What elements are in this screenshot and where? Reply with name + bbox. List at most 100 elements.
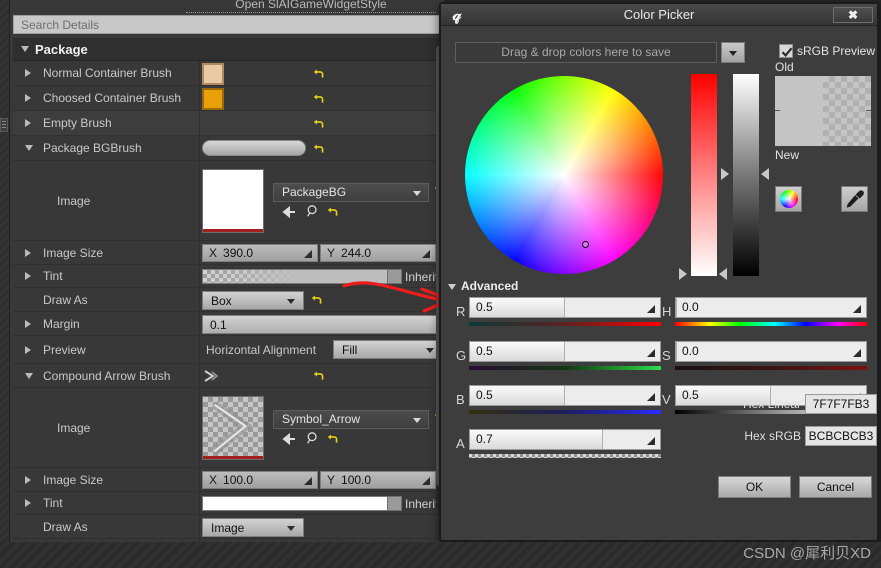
saturation-slider[interactable] <box>691 74 717 276</box>
dialog-titlebar[interactable]: 𝓆 Color Picker ✖ <box>441 4 877 26</box>
reset-icon[interactable] <box>312 67 325 80</box>
asset-thumbnail[interactable] <box>202 169 264 233</box>
panel-drag-handle[interactable] <box>0 118 8 132</box>
reset-icon[interactable] <box>312 142 325 155</box>
slider-value: 0.5 <box>476 344 493 358</box>
value-marker-right[interactable] <box>761 168 769 180</box>
brush-thumbnail[interactable] <box>202 140 306 156</box>
tint-color-swatch[interactable] <box>202 496 388 511</box>
table-row[interactable]: Compound Arrow Brush <box>13 364 441 388</box>
chevron-right-icon[interactable] <box>25 94 31 102</box>
advanced-section-header[interactable]: Advanced <box>448 279 518 293</box>
table-row[interactable]: Package BGBrush <box>13 136 441 161</box>
tint-color-swatch[interactable] <box>202 269 388 284</box>
g-slider[interactable]: 0.5 <box>469 341 661 370</box>
image-size-y-input[interactable]: Y 244.0 <box>320 244 436 262</box>
chevron-down-icon[interactable] <box>25 372 33 379</box>
saturation-marker-left[interactable] <box>679 268 687 280</box>
browse-back-icon[interactable] <box>281 432 297 446</box>
save-colors-dropdown[interactable] <box>721 42 745 63</box>
image-size-y-input[interactable]: Y 100.0 <box>320 471 436 489</box>
draw-as-select[interactable]: Box <box>202 291 304 310</box>
spinner-icon[interactable] <box>646 348 656 358</box>
row-label: Normal Container Brush <box>13 61 172 85</box>
chevron-right-icon[interactable] <box>25 499 31 507</box>
value-slider[interactable] <box>733 74 759 276</box>
s-slider[interactable]: 0.0 <box>675 341 867 370</box>
row-label: Package BGBrush <box>13 136 142 160</box>
reset-icon[interactable] <box>312 117 325 130</box>
inherit-checkbox[interactable] <box>387 496 402 511</box>
cancel-button[interactable]: Cancel <box>799 476 872 498</box>
srgb-preview-checkbox[interactable] <box>779 44 793 58</box>
hex-linear-label: Hex Linear <box>742 397 801 411</box>
open-style-link[interactable]: Open SlAIGameWidgetStyle <box>186 0 436 13</box>
reset-icon[interactable] <box>326 432 339 445</box>
table-row: Tint Inherit <box>13 265 451 288</box>
chevron-right-icon[interactable] <box>25 345 31 354</box>
row-label-text: Choosed Container Brush <box>43 91 182 105</box>
brush-thumbnail[interactable] <box>202 63 224 85</box>
margin-input[interactable]: 0.1 <box>202 315 439 334</box>
draw-as-value: Image <box>211 521 245 535</box>
draw-as-select[interactable]: Image <box>202 518 304 537</box>
horizontal-alignment-select[interactable]: Fill <box>333 340 443 359</box>
a-slider[interactable]: 0.7 <box>469 429 661 458</box>
asset-picker-combo[interactable]: PackageBG <box>273 183 429 202</box>
spinner-icon[interactable] <box>421 249 431 259</box>
image-size-x-input[interactable]: X 390.0 <box>202 244 318 262</box>
search-icon[interactable] <box>305 431 321 445</box>
eyedropper-button[interactable] <box>841 186 868 212</box>
chevron-right-icon[interactable] <box>25 248 31 257</box>
reset-icon[interactable] <box>326 205 339 218</box>
table-row[interactable]: Choosed Container Brush <box>13 86 441 111</box>
r-slider[interactable]: 0.5 <box>469 297 661 326</box>
category-header-package[interactable]: Package <box>13 38 441 61</box>
saturation-marker-right[interactable] <box>719 268 727 280</box>
color-wheel-mode-button[interactable] <box>775 186 802 212</box>
spinner-icon[interactable] <box>303 249 313 259</box>
color-wheel[interactable] <box>465 76 663 274</box>
asset-picker-combo[interactable]: Symbol_Arrow <box>273 410 429 429</box>
swatch-tick-right <box>866 110 871 111</box>
reset-icon[interactable] <box>312 369 325 382</box>
browse-back-icon[interactable] <box>281 205 297 219</box>
h-slider[interactable]: 0.0 <box>675 297 867 326</box>
chevron-right-icon[interactable] <box>25 69 31 77</box>
spinner-icon[interactable] <box>646 392 656 402</box>
color-wheel-cursor[interactable] <box>582 241 589 248</box>
chevron-down-icon[interactable] <box>25 145 33 151</box>
chevron-right-icon[interactable] <box>25 319 31 328</box>
b-slider[interactable]: 0.5 <box>469 385 661 414</box>
inherit-checkbox[interactable] <box>387 269 402 284</box>
hex-linear-input[interactable]: 7F7F7FB3 <box>805 394 877 414</box>
spinner-icon[interactable] <box>646 436 656 446</box>
chevron-right-icon[interactable] <box>25 119 31 127</box>
value-marker-left[interactable] <box>721 168 729 180</box>
row-label-text: Image <box>57 193 91 208</box>
spinner-icon[interactable] <box>852 348 862 358</box>
save-colors-dropzone[interactable]: Drag & drop colors here to save <box>455 42 717 63</box>
table-row[interactable]: Empty Brush <box>13 111 441 136</box>
image-size-x-input[interactable]: X 100.0 <box>202 471 318 489</box>
hex-srgb-input[interactable]: BCBCBCB3 <box>805 426 877 446</box>
old-new-color-swatch[interactable] <box>775 76 871 146</box>
spinner-icon[interactable] <box>852 304 862 314</box>
spinner-icon[interactable] <box>303 476 313 486</box>
search-icon[interactable] <box>305 204 321 218</box>
spinner-icon[interactable] <box>646 304 656 314</box>
spinner-icon[interactable] <box>421 476 431 486</box>
reset-icon[interactable] <box>310 293 323 306</box>
arrow-brush-thumbnail[interactable] <box>202 369 222 383</box>
reset-icon[interactable] <box>312 92 325 105</box>
ok-button[interactable]: OK <box>718 476 791 498</box>
brush-thumbnail[interactable] <box>202 88 224 110</box>
asset-thumbnail[interactable] <box>202 396 264 460</box>
close-icon[interactable]: ✖ <box>833 7 873 23</box>
search-details-input[interactable]: Search Details <box>13 15 441 34</box>
chevron-right-icon[interactable] <box>25 475 31 484</box>
chevron-right-icon[interactable] <box>25 272 31 280</box>
row-label: Empty Brush <box>13 111 112 135</box>
row-label-text: Draw As <box>43 292 88 307</box>
table-row[interactable]: Normal Container Brush <box>13 61 441 86</box>
